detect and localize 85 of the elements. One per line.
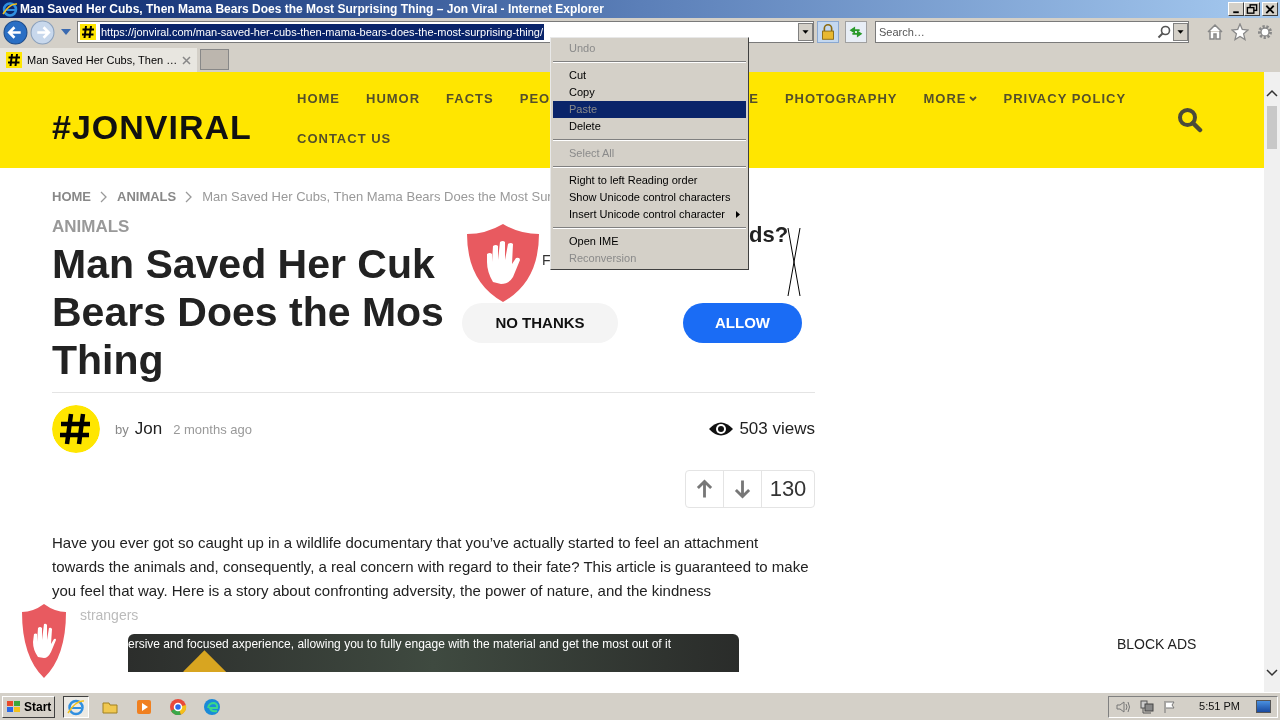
- video-frame[interactable]: ersive and focused axperience, allowing you to fully engage with the material and get the most out of it: [128, 634, 739, 672]
- settings-icon[interactable]: [1256, 23, 1274, 41]
- avatar-hash-icon[interactable]: [52, 405, 100, 453]
- flag-icon[interactable]: [1163, 699, 1178, 714]
- search-icon[interactable]: [1177, 107, 1203, 133]
- scrollbar[interactable]: [1264, 72, 1280, 692]
- dropdown-button[interactable]: [798, 23, 813, 41]
- network-icon[interactable]: [1139, 699, 1156, 714]
- internet-explorer-icon: [67, 697, 86, 716]
- breadcrumb-link[interactable]: HOME: [52, 187, 91, 207]
- speaker-icon[interactable]: [1115, 699, 1132, 714]
- tab-label: Man Saved Her Cubs, Then …: [27, 52, 178, 68]
- nav-link[interactable]: HOME: [297, 92, 340, 106]
- hash-icon: [80, 24, 96, 40]
- close-button[interactable]: [1262, 2, 1278, 16]
- minimize-button[interactable]: [1228, 2, 1244, 16]
- caret-icon: [969, 96, 978, 102]
- nav-link[interactable]: CONTACT US: [297, 132, 392, 146]
- hash-icon: [6, 52, 22, 68]
- article-title-line: Thing: [52, 336, 164, 384]
- nav-link[interactable]: MORE: [923, 92, 978, 106]
- windows-flag-icon: [6, 699, 22, 714]
- article-paragraph: Have you ever got so caught up in a wildlife documentary that you’ve actually started to feel an attachment towards the animals and, consequently, a real concern with regard to their fate? This article is guaranteed to make you feel that way. Here is a story about confronting adversity, the power of nature, and the kindness: [52, 533, 810, 601]
- start-button[interactable]: Start: [2, 695, 56, 718]
- star-icon[interactable]: [1231, 23, 1249, 41]
- down-chevron-icon[interactable]: [1266, 668, 1278, 678]
- vote-count: 130: [768, 475, 808, 503]
- popup-title: ds?: [749, 222, 789, 248]
- shield-hand-icon[interactable]: [20, 602, 68, 680]
- view-count: 503 views: [739, 418, 815, 441]
- allow-button[interactable]: ALLOW: [683, 303, 802, 343]
- menu-item[interactable]: Right to left Reading order: [553, 172, 746, 189]
- window-title: Man Saved Her Cubs, Then Mama Bears Does the Most Surprising Thing – Jon Viral - Internet Explorer: [20, 1, 604, 18]
- dropdown-button[interactable]: [1173, 23, 1188, 41]
- scrollbar-thumb[interactable]: [1267, 106, 1277, 149]
- author-link[interactable]: Jon: [134, 416, 163, 442]
- submenu-arrow-icon: [736, 211, 740, 218]
- chevron-right-icon: [185, 191, 194, 203]
- media-player-icon: [135, 697, 154, 716]
- nav-link[interactable]: PRIVACY POLICY: [1003, 92, 1127, 106]
- block-ads-label[interactable]: BLOCK ADS: [1117, 634, 1197, 655]
- browser-tab[interactable]: Man Saved Her Cubs, Then …: [0, 48, 197, 72]
- search-icon[interactable]: [1157, 25, 1171, 39]
- refresh-arrows-icon[interactable]: [845, 21, 867, 43]
- back-button[interactable]: [3, 19, 28, 45]
- breadcrumb-current: Man Saved Her Cubs, Then Mama Bears Does the Most Sur: [202, 188, 552, 207]
- no-thanks-button[interactable]: NO THANKS: [462, 303, 618, 343]
- show-desktop-button[interactable]: [1256, 700, 1271, 713]
- nav-link[interactable]: HUMOR: [366, 92, 421, 106]
- url-text: https://jonviral.com/man-saved-her-cubs-then-mama-bears-does-the-most-surprising-thing/: [100, 23, 544, 41]
- nav-link[interactable]: PHOTOGRAPHY: [784, 92, 898, 106]
- search-field[interactable]: Search…: [876, 22, 1157, 42]
- by-label: by: [115, 421, 129, 440]
- article-title-line: Bears Does the Mos: [52, 288, 444, 336]
- nav-link[interactable]: PEO: [519, 92, 551, 106]
- article-title-line: Man Saved Her Cuk: [52, 240, 435, 288]
- paragraph-tail: strangers: [80, 606, 139, 625]
- home-icon[interactable]: [1206, 23, 1224, 41]
- site-logo[interactable]: #JONVIRAL: [52, 102, 297, 153]
- taskbar-app-button[interactable]: [63, 695, 90, 718]
- address-field[interactable]: https://jonviral.com/man-saved-her-cubs-then-mama-bears-does-the-most-surprising-thing/: [77, 21, 814, 43]
- menu-item[interactable]: Open IME: [553, 233, 746, 250]
- nav-link[interactable]: FACTS: [446, 92, 494, 106]
- chrome-icon: [169, 697, 188, 716]
- menu-item[interactable]: Delete: [553, 118, 746, 135]
- internet-explorer-icon: [2, 1, 18, 17]
- dropdown-caret-icon[interactable]: [61, 28, 71, 36]
- popup-subtitle: F: [542, 251, 551, 270]
- menu-item[interactable]: Cut: [553, 67, 746, 84]
- menu-item[interactable]: Copy: [553, 84, 746, 101]
- post-time: 2 months ago: [173, 421, 252, 440]
- menu-item[interactable]: Insert Unicode control character: [553, 206, 746, 223]
- chevron-right-icon: [100, 191, 108, 203]
- close-icon[interactable]: [787, 228, 801, 296]
- menu-item[interactable]: Show Unicode control characters: [553, 189, 746, 206]
- clock[interactable]: 5:51 PM: [1199, 698, 1240, 715]
- breadcrumb-link[interactable]: ANIMALS: [117, 187, 177, 207]
- video-caption: ersive and focused axperience, allowing you to fully engage with the material and get the most out of it: [128, 636, 671, 653]
- edge-icon: [203, 697, 222, 716]
- shield-hand-icon: [465, 222, 541, 304]
- restore-button[interactable]: [1244, 2, 1260, 16]
- eye-icon: [708, 420, 735, 438]
- nav-link[interactable]: E: [749, 92, 759, 106]
- search-box[interactable]: Search…: [875, 21, 1189, 43]
- up-chevron-icon[interactable]: [1266, 88, 1278, 98]
